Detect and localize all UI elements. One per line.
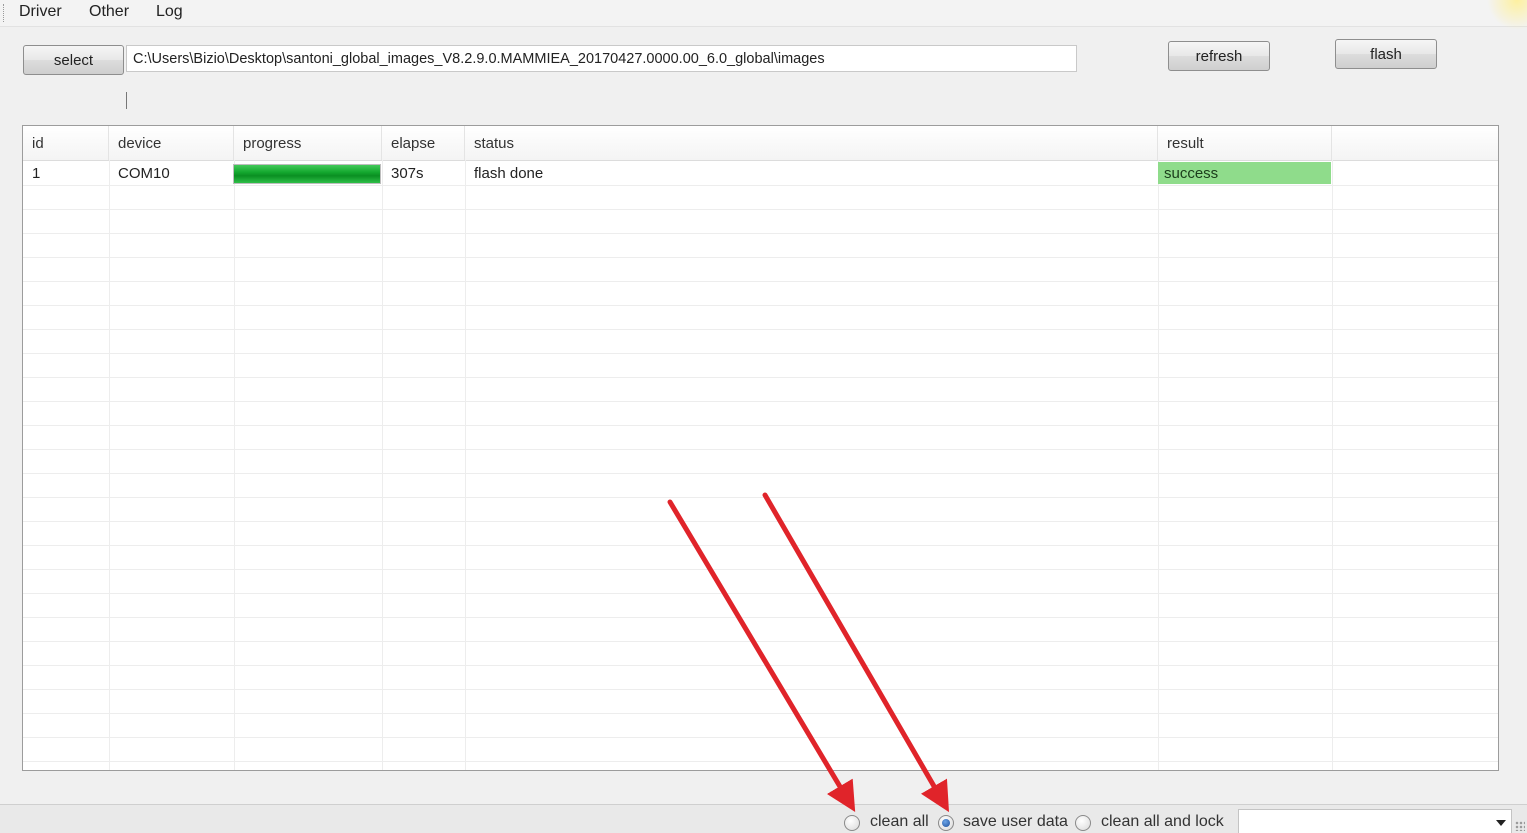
clean-all-and-lock-radio[interactable] [1075,815,1091,831]
clean-all-label[interactable]: clean all [870,813,929,831]
grid-row-line [23,761,1498,762]
grid-row-line [23,617,1498,618]
cell-elapse: 307s [391,165,424,182]
menu-bar: Driver Other Log [0,0,1527,30]
grid-row-line [23,233,1498,234]
chevron-down-icon[interactable] [1496,820,1506,826]
menu-log[interactable]: Log [152,3,187,21]
grid-row-line [23,497,1498,498]
grid-column-line [109,160,110,770]
grid-row-line [23,593,1498,594]
clean-all-and-lock-label[interactable]: clean all and lock [1101,813,1224,831]
menu-driver[interactable]: Driver [15,3,66,21]
menu-grip [3,4,6,22]
table-header: id device progress elapse status result [23,126,1498,161]
grid-row-line [23,737,1498,738]
cell-result-success: success [1158,162,1331,184]
grid-row-line [23,641,1498,642]
grid-column-line [1332,160,1333,770]
grid-row-line [23,329,1498,330]
flash-button[interactable]: flash [1335,39,1437,69]
cell-status: flash done [474,165,544,182]
clean-all-radio[interactable] [844,815,860,831]
grid-row-line [23,545,1498,546]
options-dropdown[interactable] [1238,809,1512,833]
refresh-button[interactable]: refresh [1168,41,1270,71]
column-header-device[interactable]: device [109,126,234,160]
image-path-field[interactable] [126,45,1077,72]
save-user-data-label[interactable]: save user data [963,813,1068,831]
grid-row-line [23,377,1498,378]
save-user-data-radio[interactable] [938,815,954,831]
cursor-highlight [1487,0,1527,30]
grid-row-line [23,281,1498,282]
grid-column-line [234,160,235,770]
grid-row-line [23,689,1498,690]
cell-id: 1 [32,165,41,182]
grid-row-line [23,305,1498,306]
cell-device: COM10 [118,165,170,182]
grid-row-line [23,353,1498,354]
device-table[interactable]: id device progress elapse status result … [22,125,1499,771]
grid-row-line [23,449,1498,450]
grid-row-line [23,473,1498,474]
progress-bar-fill [234,165,380,183]
column-header-progress[interactable]: progress [234,126,382,160]
column-header-status[interactable]: status [465,126,1158,160]
select-button[interactable]: select [23,45,124,75]
splitter-mark [126,92,127,109]
grid-column-line [465,160,466,770]
menu-other[interactable]: Other [85,3,133,21]
grid-row-line [23,209,1498,210]
grid-row-line [23,665,1498,666]
progress-bar [233,164,381,184]
grid-row-line [23,185,1498,186]
grid-row-line [23,257,1498,258]
resize-grip[interactable] [1515,821,1525,831]
grid-row-line [23,569,1498,570]
grid-row-line [23,425,1498,426]
grid-row-line [23,401,1498,402]
grid-row-line [23,521,1498,522]
column-header-result[interactable]: result [1158,126,1332,160]
column-header-elapse[interactable]: elapse [382,126,465,160]
grid-column-line [1158,160,1159,770]
column-header-id[interactable]: id [23,126,109,160]
grid-row-line [23,713,1498,714]
grid-column-line [382,160,383,770]
miflash-window: Driver Other Log select refresh flash id… [0,0,1527,833]
